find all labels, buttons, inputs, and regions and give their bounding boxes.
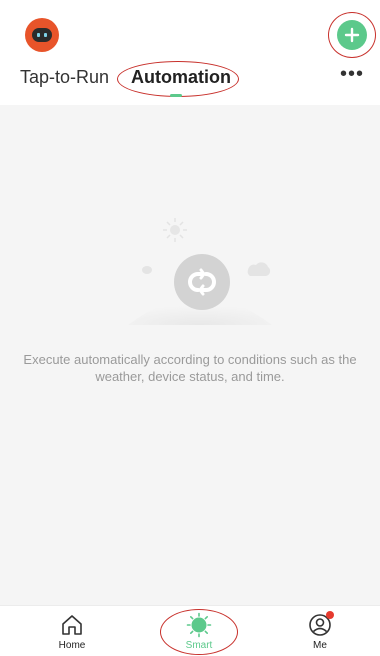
robot-avatar-icon (32, 28, 52, 42)
empty-state-message: Execute automatically according to condi… (23, 352, 357, 384)
empty-state-illustration (128, 218, 272, 325)
active-tab-indicator (170, 94, 182, 97)
top-bar: Tap-to-Run Automation ••• (0, 0, 380, 105)
tab-automation[interactable]: Automation (131, 64, 231, 90)
nav-me-label: Me (313, 640, 327, 651)
small-cloud-icon (142, 266, 152, 274)
add-automation-button[interactable] (337, 20, 367, 50)
tab-tap-to-run[interactable]: Tap-to-Run (20, 64, 109, 90)
nav-smart[interactable]: Smart (164, 606, 234, 656)
smart-sun-icon (186, 612, 212, 638)
more-options-button[interactable]: ••• (338, 64, 366, 86)
nav-home-label: Home (58, 640, 86, 651)
plus-icon (344, 27, 360, 43)
notification-badge (326, 611, 334, 619)
bottom-navigation: Home Smart Me (0, 605, 380, 656)
nav-smart-label: Smart (185, 640, 213, 651)
nav-me[interactable]: Me (285, 606, 355, 656)
automation-circle (174, 254, 230, 310)
avatar[interactable] (25, 18, 59, 52)
nav-home[interactable]: Home (37, 606, 107, 656)
sun-icon (163, 218, 187, 242)
cloud-icon (247, 262, 271, 276)
home-icon (59, 612, 85, 638)
